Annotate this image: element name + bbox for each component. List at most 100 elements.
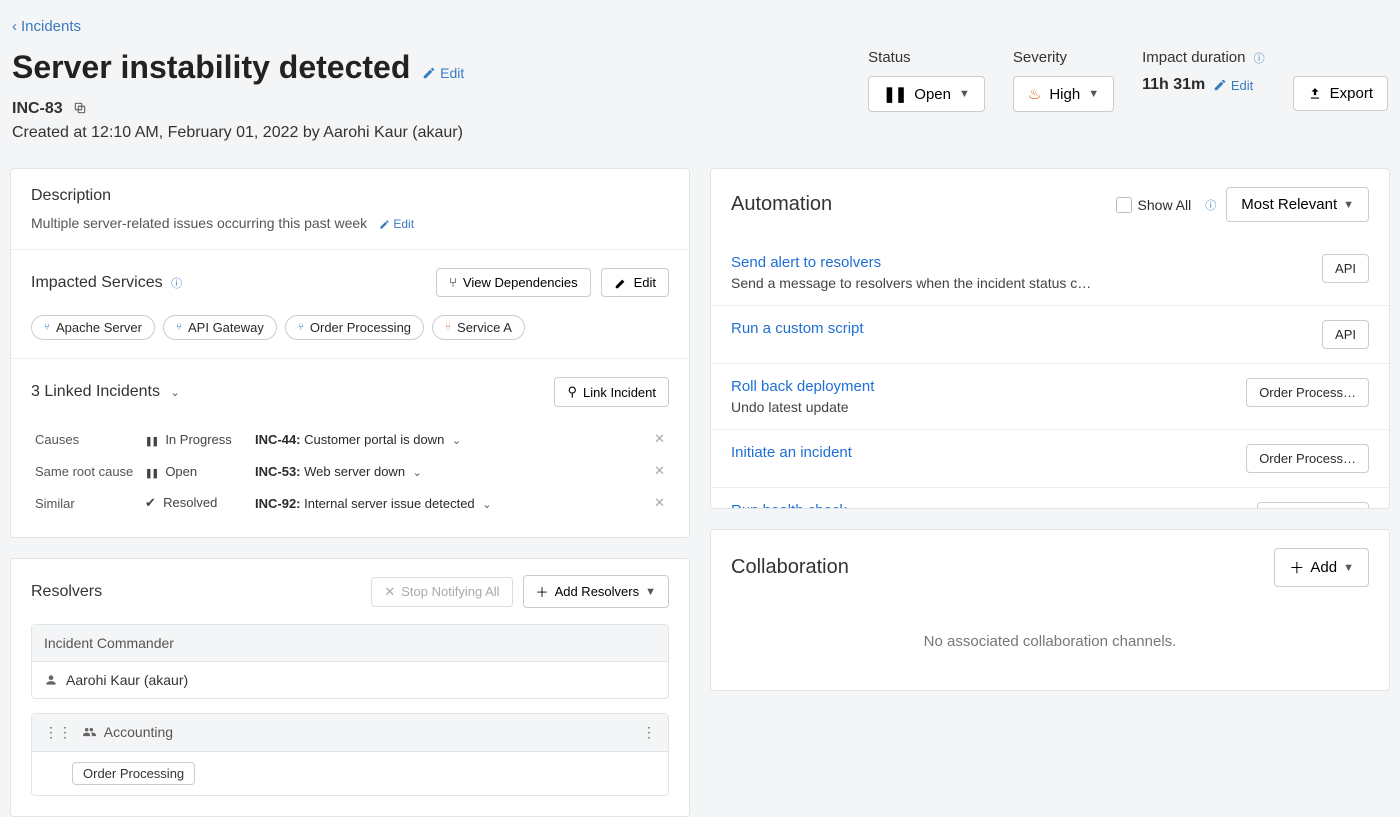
pencil-icon <box>614 276 628 290</box>
automation-item: Initiate an incident Order Process… <box>711 429 1389 487</box>
automation-sort-dropdown[interactable]: Most Relevant ▼ <box>1226 187 1369 222</box>
linked-heading[interactable]: 3 Linked Incidents ⌄ <box>31 383 180 401</box>
linked-incident-row: Similar ✔ Resolved INC-92: Internal serv… <box>31 487 669 519</box>
info-icon[interactable]: ⓘ <box>171 278 182 290</box>
link-title[interactable]: INC-92: Internal server issue detected ⌄ <box>251 487 639 519</box>
linked-incident-row: Causes ❚❚ In Progress INC-44: Customer p… <box>31 423 669 455</box>
link-title[interactable]: INC-44: Customer portal is down ⌄ <box>251 423 639 455</box>
export-icon <box>1308 87 1322 101</box>
automation-description: Send a message to resolvers when the inc… <box>731 275 1091 291</box>
link-incident-button[interactable]: ⚲ Link Incident <box>554 377 669 407</box>
automation-title[interactable]: Roll back deployment <box>731 378 874 395</box>
incident-id: INC-83 <box>12 100 63 117</box>
impact-duration-value: 11h 31m <box>1142 76 1205 94</box>
services-list: ⑂Apache Server ⑂API Gateway ⑂Order Process… <box>31 315 669 340</box>
kebab-menu-icon[interactable]: ⋮ <box>642 724 656 741</box>
view-dependencies-button[interactable]: ⑂ View Dependencies <box>436 268 590 297</box>
edit-services-button[interactable]: Edit <box>601 268 669 297</box>
automation-item: Run a custom script API <box>711 305 1389 363</box>
automation-item: Roll back deployment Undo latest update … <box>711 363 1389 429</box>
link-relation: Causes <box>31 423 141 455</box>
automation-item: Send alert to resolvers Send a message t… <box>711 240 1389 305</box>
sitemap-icon: ⑂ <box>44 322 50 333</box>
caret-down-icon: ▼ <box>645 586 656 598</box>
link-relation: Similar <box>31 487 141 519</box>
pencil-icon <box>422 66 436 80</box>
service-chip[interactable]: ⑂Apache Server <box>31 315 155 340</box>
service-chip[interactable]: ⑂API Gateway <box>163 315 277 340</box>
automation-heading: Automation <box>731 193 832 216</box>
breadcrumb-label: Incidents <box>21 18 81 35</box>
drag-handle-icon[interactable]: ⋮⋮ <box>44 724 72 740</box>
pause-icon: ❚❚ <box>883 85 906 103</box>
status-label: Status <box>868 49 985 66</box>
show-all-checkbox[interactable]: Show All <box>1116 197 1192 213</box>
automation-tag[interactable]: API <box>1322 254 1369 283</box>
users-icon <box>82 724 100 740</box>
linked-incidents-table: Causes ❚❚ In Progress INC-44: Customer p… <box>31 423 669 519</box>
link-status: ❚❚ Open <box>141 455 251 487</box>
resolver-role: Incident Commander <box>32 625 668 662</box>
impact-duration-label: Impact duration ⓘ <box>1142 49 1265 66</box>
page-title: Server instability detected <box>12 49 410 85</box>
pencil-icon <box>379 219 390 230</box>
link-status: ❚❚ In Progress <box>141 423 251 455</box>
sitemap-icon: ⑂ <box>298 322 304 333</box>
unlink-icon[interactable]: ✕ <box>639 487 669 519</box>
plus-icon: ＋ <box>536 582 549 601</box>
chevron-left-icon: ‹ <box>12 18 17 35</box>
collaboration-heading: Collaboration <box>731 556 849 579</box>
link-icon: ⚲ <box>567 384 577 400</box>
chevron-down-icon: ⌄ <box>170 387 179 399</box>
info-icon[interactable]: ⓘ <box>1254 53 1265 65</box>
resolver-name: Aarohi Kaur (akaur) <box>66 672 188 688</box>
automation-item: Run health check Run health check on ser… <box>711 487 1389 508</box>
edit-title-link[interactable]: Edit <box>422 65 464 81</box>
stop-notifying-button: ✕ Stop Notifying All <box>371 577 512 607</box>
resolvers-heading: Resolvers <box>31 583 102 601</box>
add-resolvers-button[interactable]: ＋ Add Resolvers ▼ <box>523 575 669 608</box>
breadcrumb-incidents[interactable]: ‹Incidents <box>10 10 1390 43</box>
caret-down-icon: ▼ <box>959 88 970 100</box>
status-dropdown[interactable]: ❚❚ Open ▼ <box>868 76 985 112</box>
caret-down-icon: ▼ <box>1343 562 1354 574</box>
info-icon[interactable]: ⓘ <box>1205 197 1216 213</box>
linked-incident-row: Same root cause ❚❚ Open INC-53: Web serv… <box>31 455 669 487</box>
caret-down-icon: ▼ <box>1088 88 1099 100</box>
automation-tag[interactable]: Order Process… <box>1246 444 1369 473</box>
impacted-heading: Impacted Services ⓘ <box>31 274 182 292</box>
pencil-icon <box>1213 78 1227 92</box>
unlink-icon[interactable]: ✕ <box>639 423 669 455</box>
description-text: Multiple server-related issues occurring… <box>31 215 367 231</box>
automation-title[interactable]: Run health check <box>731 502 907 508</box>
flame-icon: ♨ <box>1028 85 1041 103</box>
bell-off-icon: ✕ <box>384 584 395 600</box>
automation-title[interactable]: Run a custom script <box>731 320 864 337</box>
severity-dropdown[interactable]: ♨ High ▼ <box>1013 76 1114 112</box>
caret-down-icon: ▼ <box>1343 199 1354 211</box>
automation-tag[interactable]: API <box>1322 320 1369 349</box>
resolver-block: Incident Commander Aarohi Kaur (akaur) <box>31 624 669 699</box>
service-chip[interactable]: ⑂Order Processing <box>285 315 424 340</box>
export-button[interactable]: Export <box>1293 76 1388 111</box>
edit-impact-link[interactable]: Edit <box>1213 78 1253 93</box>
automation-tag[interactable]: Apache Server <box>1257 502 1369 508</box>
automation-list[interactable]: Send alert to resolvers Send a message t… <box>711 240 1389 508</box>
link-title[interactable]: INC-53: Web server down ⌄ <box>251 455 639 487</box>
automation-tag[interactable]: Order Process… <box>1246 378 1369 407</box>
service-chip[interactable]: ⑂Service A <box>432 315 525 340</box>
automation-title[interactable]: Send alert to resolvers <box>731 254 1091 271</box>
severity-label: Severity <box>1013 49 1114 66</box>
automation-title[interactable]: Initiate an incident <box>731 444 852 461</box>
created-line: Created at 12:10 AM, February 01, 2022 b… <box>12 124 464 142</box>
copy-icon[interactable] <box>73 101 87 116</box>
resolver-service-chip[interactable]: Order Processing <box>72 762 195 785</box>
description-heading: Description <box>31 187 669 205</box>
sitemap-icon: ⑂ <box>176 322 182 333</box>
link-relation: Same root cause <box>31 455 141 487</box>
add-collaboration-button[interactable]: ＋ Add ▼ <box>1274 548 1369 587</box>
unlink-icon[interactable]: ✕ <box>639 455 669 487</box>
resolver-block: ⋮⋮ Accounting ⋮ Order Processing <box>31 713 669 796</box>
edit-description-link[interactable]: Edit <box>379 217 414 231</box>
sitemap-icon: ⑂ <box>445 322 451 333</box>
